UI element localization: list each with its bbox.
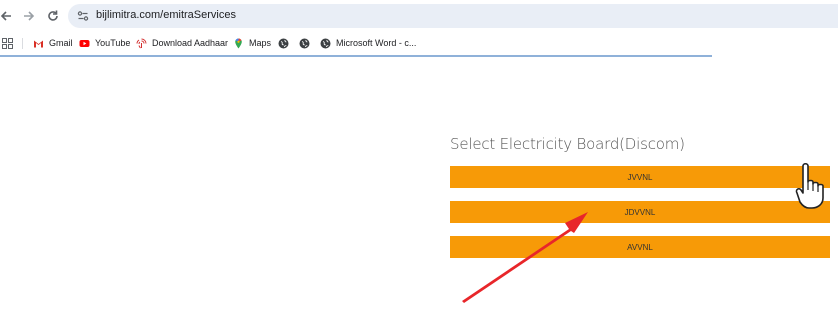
bookmark-download-aadhaar[interactable]: Download Aadhaar (136, 36, 228, 50)
board-button-jdvvnl[interactable]: JDVVNL (450, 201, 830, 223)
globe-icon (278, 38, 289, 48)
forward-icon[interactable] (19, 6, 39, 26)
url-text[interactable]: bijlimitra.com/emitraServices (96, 9, 236, 21)
bookmarks-bar: Gmail YouTube Download Aadhaar Maps Micr… (0, 32, 838, 54)
bookmark-label: Gmail (49, 38, 73, 48)
back-icon[interactable] (0, 6, 16, 26)
board-button-jvvnl[interactable]: JVVNL (450, 166, 830, 188)
bookmarks-divider (22, 38, 23, 49)
bookmark-gmail[interactable]: Gmail (33, 36, 73, 50)
hand-cursor-icon (795, 162, 824, 209)
aadhaar-icon (136, 38, 147, 48)
globe-icon (299, 38, 310, 48)
board-button-avvnl[interactable]: AVVNL (450, 236, 830, 258)
bookmark-youtube[interactable]: YouTube (79, 36, 130, 50)
browser-toolbar: bijlimitra.com/emitraServices (0, 0, 838, 32)
youtube-icon (79, 39, 90, 47)
page-title: Select Electricity Board(Discom) (450, 135, 685, 153)
bookmark-unnamed-2[interactable] (299, 36, 315, 50)
globe-icon (320, 38, 331, 48)
page-load-indicator (0, 55, 712, 57)
address-bar[interactable]: bijlimitra.com/emitraServices (68, 4, 838, 28)
apps-icon[interactable] (2, 36, 18, 50)
bookmark-microsoft-word[interactable]: Microsoft Word - c... (320, 36, 416, 50)
bookmark-label: Download Aadhaar (152, 38, 229, 48)
gmail-icon (34, 40, 43, 47)
bookmark-label: Maps (249, 38, 272, 48)
bookmark-label: Microsoft Word - c... (336, 38, 417, 48)
site-settings-icon[interactable] (76, 9, 90, 23)
bookmark-maps[interactable]: Maps (233, 36, 271, 50)
bookmark-label: YouTube (95, 38, 131, 48)
maps-icon (235, 38, 242, 48)
reload-icon[interactable] (43, 6, 63, 26)
bookmark-unnamed-1[interactable] (278, 36, 294, 50)
